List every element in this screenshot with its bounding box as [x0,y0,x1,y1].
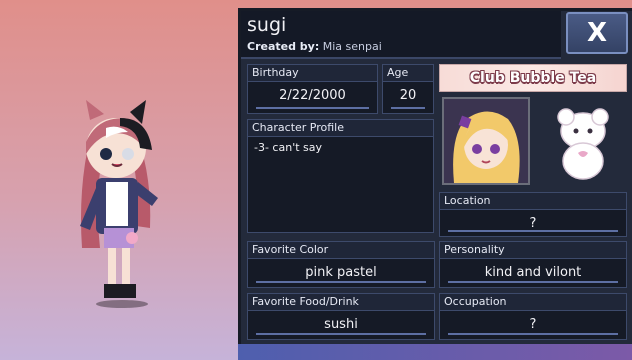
occupation-field[interactable]: Occupation ? [439,293,627,340]
location-label: Location [440,193,626,210]
character-full-body [80,100,158,308]
bottom-accent-strip [238,344,632,360]
character-portrait [442,97,530,185]
personality-value: kind and vilont [440,259,626,287]
character-profile-field[interactable]: Character Profile -3- can't say [247,119,434,233]
title-bar: sugi Created by: Mia senpai [241,11,561,59]
occupation-label: Occupation [440,294,626,311]
age-label: Age [383,65,433,82]
club-banner: Club Bubble Tea [439,64,627,92]
created-by-value: Mia senpai [322,40,382,53]
close-button[interactable]: X [566,12,628,54]
favorite-color-field[interactable]: Favorite Color pink pastel [247,241,435,288]
birthday-value: 2/22/2000 [248,82,377,113]
occupation-value: ? [440,311,626,339]
character-profile-value: -3- can't say [254,141,323,154]
favorite-food-label: Favorite Food/Drink [248,294,434,311]
close-icon: X [586,18,608,48]
age-field[interactable]: Age 20 [382,64,434,114]
character-profile-label: Character Profile [248,120,433,137]
created-by-label: Created by: [247,40,320,53]
personality-field[interactable]: Personality kind and vilont [439,241,627,288]
favorite-food-field[interactable]: Favorite Food/Drink sushi [247,293,435,340]
character-info-panel: sugi Created by: Mia senpai X Birthday 2… [238,8,632,360]
favorite-color-value: pink pastel [248,259,434,287]
location-field[interactable]: Location ? [439,192,627,237]
pet-image [557,108,609,180]
character-name: sugi [247,14,287,36]
club-name: Club Bubble Tea [469,70,597,86]
favorite-color-label: Favorite Color [248,242,434,259]
favorite-food-value: sushi [248,311,434,339]
birthday-label: Birthday [248,65,377,82]
age-value: 20 [383,82,433,113]
personality-label: Personality [440,242,626,259]
birthday-field[interactable]: Birthday 2/22/2000 [247,64,378,114]
location-value: ? [440,210,626,236]
portrait-image [444,99,528,183]
created-by-row: Created by: Mia senpai [247,40,382,53]
